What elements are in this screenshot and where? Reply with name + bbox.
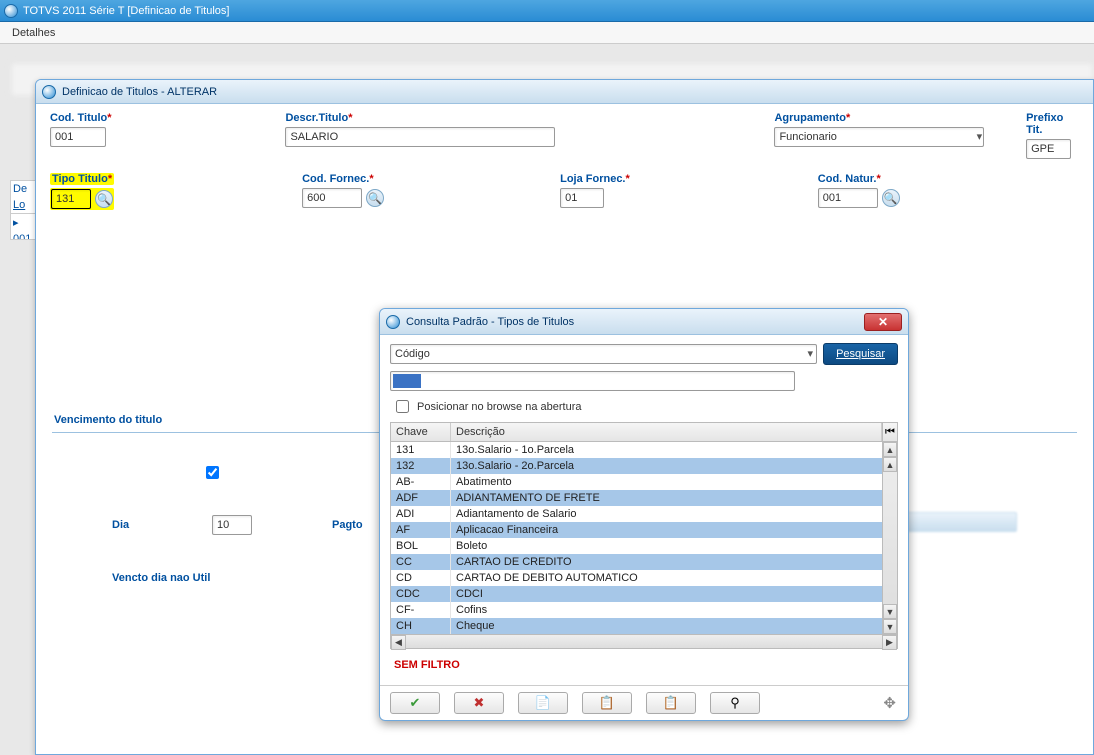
grid-vscroll[interactable]: ▲ ▲ ▼ ▼ <box>882 442 897 634</box>
posicionar-label: Posicionar no browse na abertura <box>417 401 581 413</box>
prefixo-input[interactable] <box>1026 139 1071 159</box>
dia-label: Dia <box>112 519 182 531</box>
modal-footer: ✔ ✖ 📄 📋 📋 ⚲ ✥ <box>380 685 908 720</box>
tipo-titulo-input[interactable] <box>51 189 91 209</box>
dia-input[interactable] <box>212 515 252 535</box>
cod-natur-input[interactable] <box>818 188 878 208</box>
cod-titulo-label: Cod. Titulo* <box>50 112 165 124</box>
table-row[interactable]: AB-Abatimento <box>391 474 897 490</box>
cod-fornec-input[interactable] <box>302 188 362 208</box>
table-row[interactable]: AFAplicacao Financeira <box>391 522 897 538</box>
app-icon <box>4 4 18 18</box>
pesquisar-button[interactable]: Pesquisar <box>823 343 898 365</box>
agrupamento-label: Agrupamento* <box>774 112 986 124</box>
descr-titulo-input[interactable] <box>285 127 555 147</box>
table-row[interactable]: CHCheque <box>391 618 897 634</box>
posicionar-checkbox[interactable] <box>396 400 409 413</box>
sem-filtro-label: SEM FILTRO <box>390 649 898 681</box>
table-row[interactable]: ADFADIANTAMENTO DE FRETE <box>391 490 897 506</box>
cod-fornec-lookup-icon[interactable]: 🔍 <box>366 189 384 207</box>
tipo-titulo-lookup-icon[interactable]: 🔍 <box>95 190 113 208</box>
table-row[interactable]: CDCARTAO DE DEBITO AUTOMATICO <box>391 570 897 586</box>
vencimento-checkbox[interactable] <box>206 466 219 479</box>
scroll-down-bottom-icon[interactable]: ▼ <box>883 619 897 634</box>
grid-hscroll[interactable]: ◀ ▶ <box>391 634 897 648</box>
scroll-right-icon[interactable]: ▶ <box>882 635 897 650</box>
table-row[interactable]: CDCCDCI <box>391 586 897 602</box>
move-handle-icon[interactable]: ✥ <box>881 692 898 714</box>
modal-icon <box>386 315 400 329</box>
table-row[interactable]: CF-Cofins <box>391 602 897 618</box>
search-value-input[interactable] <box>390 371 795 391</box>
menu-bar[interactable]: Detalhes <box>0 22 1094 44</box>
loja-fornec-label: Loja Fornec.* <box>560 173 630 185</box>
search-field-select[interactable] <box>390 344 817 364</box>
col-chave[interactable]: Chave <box>391 423 451 441</box>
col-descricao[interactable]: Descrição <box>451 423 882 441</box>
menu-detalhes[interactable]: Detalhes <box>12 27 55 39</box>
results-grid: Chave Descrição ⏮ 13113o.Salario - 1o.Pa… <box>390 422 898 649</box>
scroll-up-top-icon[interactable]: ▲ <box>883 442 897 457</box>
table-row[interactable]: 13213o.Salario - 2o.Parcela <box>391 458 897 474</box>
scroll-up-icon[interactable]: ▲ <box>883 457 897 472</box>
modal-close-button[interactable]: ✕ <box>864 313 902 331</box>
filter-button[interactable]: ⚲ <box>710 692 760 714</box>
scroll-home-icon[interactable]: ⏮ <box>882 423 897 441</box>
agrupamento-select[interactable] <box>774 127 984 147</box>
cancel-button[interactable]: ✖ <box>454 692 504 714</box>
app-title-bar: TOTVS 2011 Série T [Definicao de Titulos… <box>0 0 1094 22</box>
scroll-down-icon[interactable]: ▼ <box>883 604 897 619</box>
window-title-bar: Definicao de Titulos - ALTERAR <box>36 80 1093 104</box>
table-row[interactable]: CCCARTAO DE CREDITO <box>391 554 897 570</box>
window-icon <box>42 85 56 99</box>
new-button[interactable]: 📄 <box>518 692 568 714</box>
descr-titulo-label: Descr.Titulo* <box>285 112 564 124</box>
copy-button[interactable]: 📋 <box>582 692 632 714</box>
consulta-padrao-modal: Consulta Padrão - Tipos de Titulos ✕ Pes… <box>379 308 909 721</box>
tipo-titulo-label: Tipo Titulo* <box>50 173 114 185</box>
table-row[interactable]: BOLBoleto <box>391 538 897 554</box>
cod-titulo-input[interactable] <box>50 127 106 147</box>
cod-natur-lookup-icon[interactable]: 🔍 <box>882 189 900 207</box>
loja-fornec-input[interactable] <box>560 188 604 208</box>
paste-button[interactable]: 📋 <box>646 692 696 714</box>
modal-title-bar[interactable]: Consulta Padrão - Tipos de Titulos ✕ <box>380 309 908 335</box>
window-title: Definicao de Titulos - ALTERAR <box>62 86 217 98</box>
ok-button[interactable]: ✔ <box>390 692 440 714</box>
scroll-left-icon[interactable]: ◀ <box>391 635 406 650</box>
table-row[interactable]: ADIAdiantamento de Salario <box>391 506 897 522</box>
cod-natur-label: Cod. Natur.* <box>818 173 900 185</box>
search-selection-highlight <box>393 374 421 388</box>
cod-fornec-label: Cod. Fornec.* <box>302 173 384 185</box>
table-row[interactable]: 13113o.Salario - 1o.Parcela <box>391 442 897 458</box>
prefixo-label: Prefixo Tit. <box>1026 112 1079 136</box>
app-title: TOTVS 2011 Série T [Definicao de Titulos… <box>23 5 229 17</box>
modal-title: Consulta Padrão - Tipos de Titulos <box>406 316 574 328</box>
